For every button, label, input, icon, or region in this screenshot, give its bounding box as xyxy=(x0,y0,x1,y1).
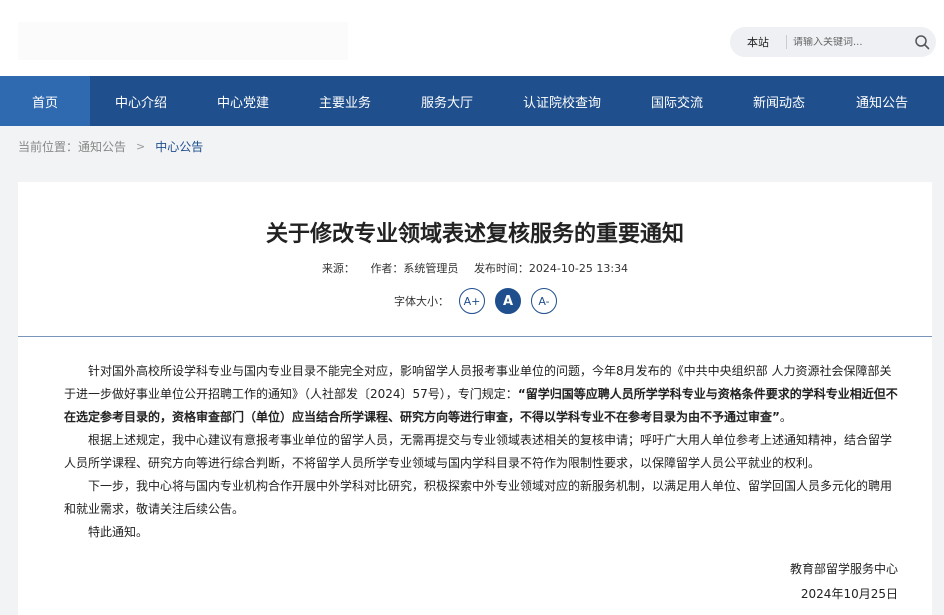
nav-item-international[interactable]: 国际交流 xyxy=(626,76,728,126)
paragraph-2: 根据上述规定，我中心建议有意报考事业单位的留学人员，无需再提交与专业领域表述相关… xyxy=(64,433,893,470)
font-size-control: 字体大小： A+ A A- xyxy=(394,288,557,314)
nav-item-party[interactable]: 中心党建 xyxy=(192,76,294,126)
breadcrumb-prefix: 当前位置： xyxy=(18,140,79,154)
site-header: 本站 xyxy=(0,0,944,76)
search-box: 本站 xyxy=(730,27,936,57)
article-date: 2024年10月25日 xyxy=(800,587,898,601)
nav-item-about[interactable]: 中心介绍 xyxy=(90,76,192,126)
article-publish-time: 发布时间：2024-10-25 13:34 xyxy=(473,262,629,275)
article-author: 作者：系统管理员 xyxy=(370,262,459,275)
search-icon[interactable] xyxy=(914,34,930,50)
breadcrumb: 当前位置： 通知公告 > 中心公告 xyxy=(18,138,203,155)
site-logo[interactable] xyxy=(18,22,348,60)
nav-item-notices[interactable]: 通知公告 xyxy=(830,76,934,126)
paragraph-4: 特此通知。 xyxy=(88,525,149,539)
article-meta: 来源： 作者：系统管理员 发布时间：2024-10-25 13:34 xyxy=(18,260,932,276)
font-size-increase-button[interactable]: A+ xyxy=(459,288,485,314)
article-body: 针对国外高校所设学科专业与国内专业目录不能完全对应，影响留学人员报考事业单位的问… xyxy=(64,360,900,544)
search-separator xyxy=(786,35,787,49)
font-size-label: 字体大小： xyxy=(394,295,449,308)
font-size-default-button[interactable]: A xyxy=(495,288,521,314)
nav-item-news[interactable]: 新闻动态 xyxy=(728,76,830,126)
nav-item-business[interactable]: 主要业务 xyxy=(294,76,396,126)
article-source: 来源： xyxy=(321,262,355,275)
article-signature: 教育部留学服务中心 xyxy=(789,562,898,576)
nav-item-certified-schools[interactable]: 认证院校查询 xyxy=(498,76,626,126)
search-input[interactable] xyxy=(793,36,903,48)
article-panel: 关于修改专业领域表述复核服务的重要通知 来源： 作者：系统管理员 发布时间：20… xyxy=(18,182,932,615)
paragraph-1: 针对国外高校所设学科专业与国内专业目录不能完全对应，影响留学人员报考事业单位的问… xyxy=(64,364,898,424)
nav-item-service[interactable]: 服务大厅 xyxy=(396,76,498,126)
paragraph-3: 下一步，我中心将与国内专业机构合作开展中外学科对比研究，积极探索中外专业领域对应… xyxy=(64,479,893,516)
article-title: 关于修改专业领域表述复核服务的重要通知 xyxy=(265,222,684,247)
breadcrumb-separator: > xyxy=(136,140,146,153)
font-size-decrease-button[interactable]: A- xyxy=(531,288,557,314)
search-scope-select[interactable]: 本站 xyxy=(730,34,786,50)
breadcrumb-link-notices[interactable]: 通知公告 xyxy=(78,138,126,155)
main-nav: 首页 中心介绍 中心党建 主要业务 服务大厅 认证院校查询 国际交流 新闻动态 … xyxy=(0,76,944,126)
article-divider xyxy=(18,336,932,337)
nav-item-home[interactable]: 首页 xyxy=(0,76,90,126)
breadcrumb-link-center-notices[interactable]: 中心公告 xyxy=(155,138,203,155)
